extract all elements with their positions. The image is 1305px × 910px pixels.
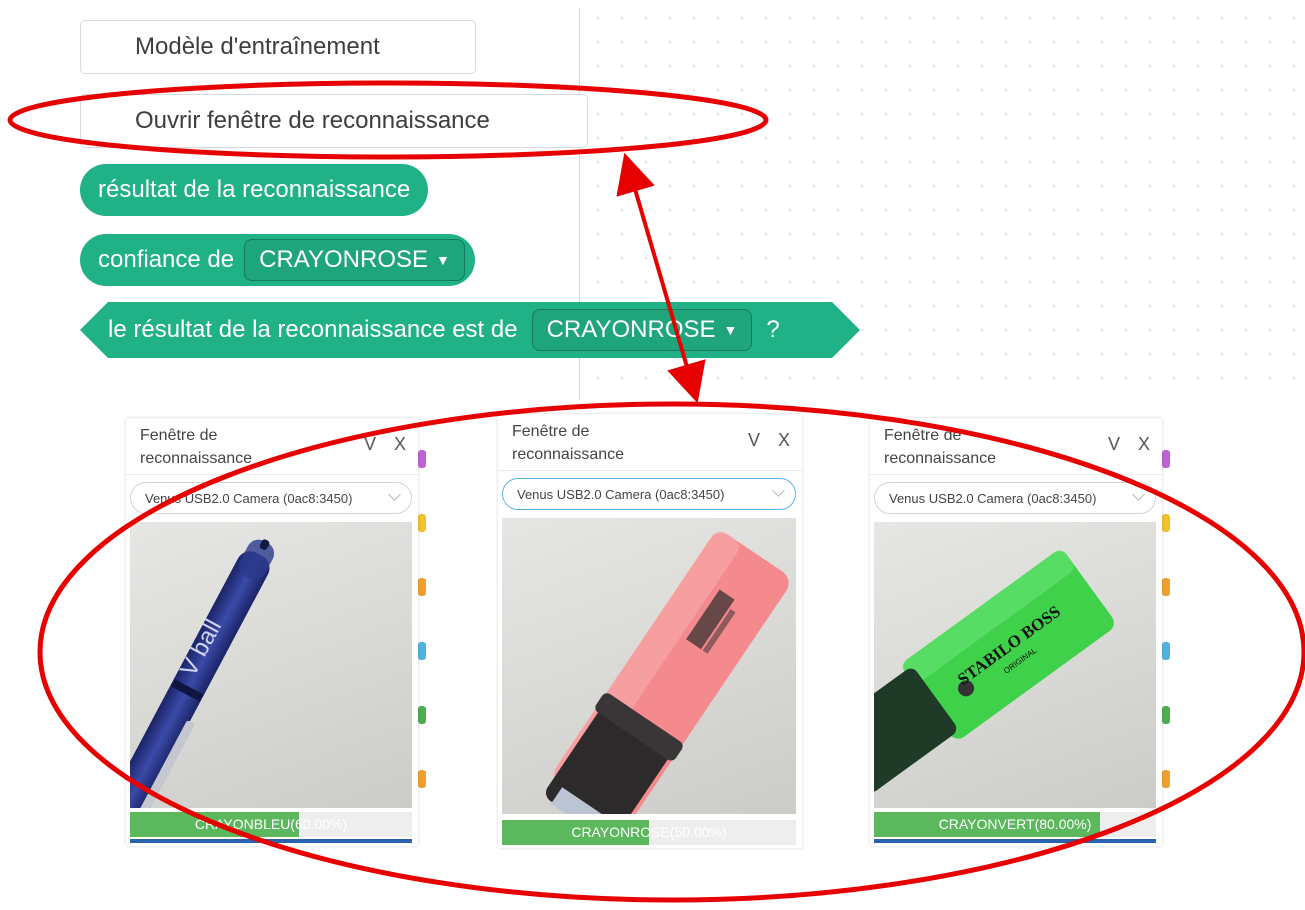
confidence-block[interactable]: confiance de CRAYONROSE ▼ [80,234,475,286]
confidence-class-dropdown[interactable]: CRAYONROSE ▼ [244,239,465,281]
collapse-icon[interactable]: V [748,430,760,451]
panel-title: Fenêtre de reconnaissance [884,427,997,467]
palette-fragment [1162,770,1170,788]
chevron-down-icon [772,484,785,497]
palette-fragment [1162,642,1170,660]
panel-header: Fenêtre de reconnaissance V X [498,414,802,471]
train-model-button[interactable]: Modèle d'entraînement [80,20,476,74]
palette-fragment [1162,578,1170,596]
result-label: CRAYONROSE(50.00%) [571,824,727,840]
green-highlighter-image: STABILO BOSS ORIGINAL [874,550,1114,792]
collapse-icon[interactable]: V [1108,434,1120,455]
palette-fragment [418,578,426,596]
confidence-class-value: CRAYONROSE [259,246,429,273]
panel-title: Fenêtre de reconnaissance [140,427,253,467]
confidence-label: confiance de [98,246,235,273]
result-is-label: le résultat de la reconnaissance est de [108,316,518,343]
recognition-result-label: résultat de la reconnaissance [98,176,411,203]
open-recognition-window-label: Ouvrir fenêtre de reconnaissance [135,107,490,134]
camera-feed: V ball [130,522,412,808]
result-bar: CRAYONBLEU(60.00%) [130,812,412,837]
palette-fragment [1162,514,1170,532]
result-is-question-mark: ? [766,316,780,343]
camera-select-value: Venus USB2.0 Camera (0ac8:3450) [145,490,353,506]
palette-fragment [418,706,426,724]
palette-fragment [418,770,426,788]
chevron-down-icon [1132,488,1145,501]
train-model-label: Modèle d'entraînement [135,33,380,60]
panel-header: Fenêtre de reconnaissance V X [870,418,1162,475]
palette-fragment [1162,450,1170,468]
recognition-result-block[interactable]: résultat de la reconnaissance [80,164,429,216]
camera-feed [502,518,796,814]
recognition-window-pink: Fenêtre de reconnaissance V X Venus USB2… [498,414,802,848]
result-label: CRAYONVERT(80.00%) [938,816,1092,832]
result-is-block[interactable]: le résultat de la reconnaissance est de … [80,302,860,358]
panel-bottom-line [874,839,1156,843]
camera-select[interactable]: Venus USB2.0 Camera (0ac8:3450) [502,478,796,510]
result-is-class-value: CRAYONROSE [546,316,716,343]
recognition-window-green: Fenêtre de reconnaissance V X Venus USB2… [870,418,1162,846]
camera-select[interactable]: Venus USB2.0 Camera (0ac8:3450) [130,482,412,514]
caret-down-icon: ▼ [723,322,738,338]
palette-fragment [1162,706,1170,724]
panel-bottom-line [130,839,412,843]
palette-fragment [418,450,426,468]
camera-feed: STABILO BOSS ORIGINAL [874,522,1156,808]
collapse-icon[interactable]: V [364,434,376,455]
chevron-down-icon [388,488,401,501]
palette-fragment [418,642,426,660]
panel-header: Fenêtre de reconnaissance V X [126,418,418,475]
open-recognition-window-button[interactable]: Ouvrir fenêtre de reconnaissance [80,94,588,148]
blue-pen-image: V ball [130,539,275,808]
result-label: CRAYONBLEU(60.00%) [194,816,348,832]
camera-select-value: Venus USB2.0 Camera (0ac8:3450) [889,490,1097,506]
close-icon[interactable]: X [394,434,406,455]
pink-highlighter-image [545,531,789,814]
caret-down-icon: ▼ [436,252,450,268]
palette-fragment [418,514,426,532]
stage: Modèle d'entraînement Ouvrir fenêtre de … [0,0,1305,910]
camera-select-value: Venus USB2.0 Camera (0ac8:3450) [517,486,725,502]
close-icon[interactable]: X [1138,434,1150,455]
panel-title: Fenêtre de reconnaissance [512,423,625,463]
result-bar: CRAYONROSE(50.00%) [502,820,796,845]
recognition-window-blue: Fenêtre de reconnaissance V X Venus USB2… [126,418,418,846]
camera-select[interactable]: Venus USB2.0 Camera (0ac8:3450) [874,482,1156,514]
result-is-class-dropdown[interactable]: CRAYONROSE ▼ [531,309,753,351]
result-bar: CRAYONVERT(80.00%) [874,812,1156,837]
close-icon[interactable]: X [778,430,790,451]
